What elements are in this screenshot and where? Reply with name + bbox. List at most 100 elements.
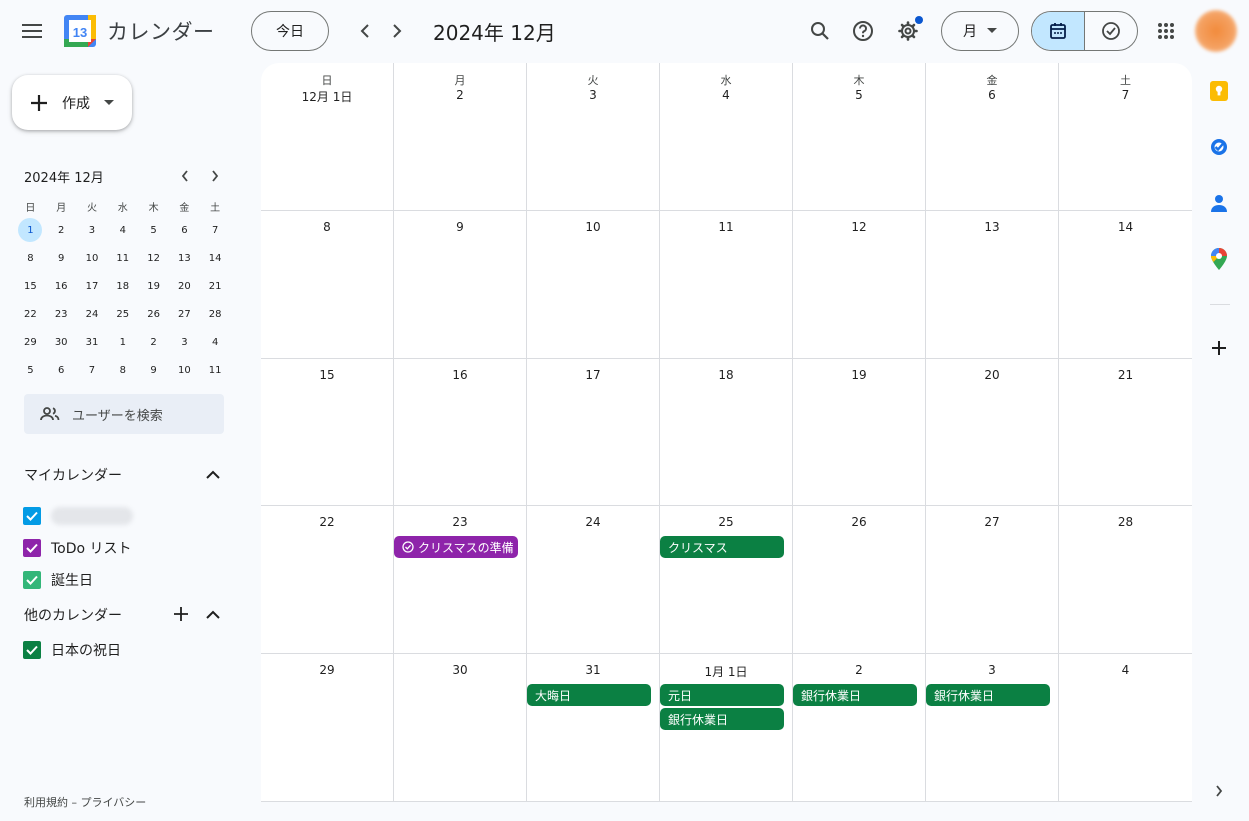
day-number[interactable]: 3 [926,663,1058,677]
day-number[interactable]: 28 [1059,515,1192,529]
day-number[interactable]: 25 [660,515,792,529]
event-chip[interactable]: 銀行休業日 [793,684,917,707]
mini-calendar-day[interactable]: 31 [77,328,108,356]
calendar-checkbox[interactable] [23,641,41,659]
day-cell[interactable]: 水4 [660,63,793,211]
terms-privacy-link[interactable]: 利用規約 – プライバシー [24,794,146,810]
mini-calendar-day[interactable]: 7 [77,356,108,384]
mini-calendar-day[interactable]: 9 [138,356,169,384]
day-cell[interactable]: 3 銀行休業日 [926,654,1059,802]
mini-calendar-day[interactable]: 9 [46,244,77,272]
user-search-field[interactable]: ユーザーを検索 [24,394,224,434]
mini-calendar-day[interactable]: 1 [15,216,46,244]
mini-calendar-day[interactable]: 14 [200,244,231,272]
previous-period-button[interactable] [349,15,381,47]
day-cell[interactable]: 15 [261,358,394,507]
day-number[interactable]: 26 [793,515,925,529]
day-cell[interactable]: 4 [1059,654,1192,802]
tasks-view-toggle[interactable] [1085,12,1137,50]
day-number[interactable]: 23 [394,515,526,529]
day-cell[interactable]: 10 [527,210,660,359]
mini-calendar-day[interactable]: 11 [200,356,231,384]
event-chip[interactable]: 大晦日 [527,684,651,707]
day-number[interactable]: 12 [793,220,925,234]
day-number[interactable]: 4 [1059,663,1192,677]
mini-calendar-day[interactable]: 3 [77,216,108,244]
mini-calendar-prev-button[interactable] [174,165,196,187]
day-cell[interactable]: 23 クリスマスの準備 [394,506,527,655]
day-cell[interactable]: 木5 [793,63,926,211]
mini-calendar-day[interactable]: 8 [107,356,138,384]
mini-calendar-day[interactable]: 27 [169,300,200,328]
other-calendars-collapse-button[interactable] [203,604,223,624]
day-cell[interactable]: 22 [261,506,394,655]
day-cell[interactable]: 26 [793,506,926,655]
mini-calendar-day[interactable]: 22 [15,300,46,328]
day-cell[interactable]: 11 [660,210,793,359]
mini-calendar-day[interactable]: 4 [107,216,138,244]
next-period-button[interactable] [381,15,413,47]
event-chip[interactable]: 元日 [660,684,784,707]
day-number[interactable]: 8 [261,220,393,234]
day-number[interactable]: 18 [660,368,792,382]
day-cell[interactable]: 12 [793,210,926,359]
day-cell[interactable]: 29 [261,654,394,802]
mini-calendar-day[interactable]: 12 [138,244,169,272]
day-number[interactable]: 16 [394,368,526,382]
mini-calendar-day[interactable]: 17 [77,272,108,300]
mini-calendar-day[interactable]: 21 [200,272,231,300]
mini-calendar-day[interactable]: 24 [77,300,108,328]
mini-calendar-day[interactable]: 10 [169,356,200,384]
day-cell[interactable]: 火3 [527,63,660,211]
calendar-list-item[interactable]: ToDo リスト [23,532,223,564]
mini-calendar-day[interactable]: 5 [138,216,169,244]
day-number[interactable]: 21 [1059,368,1192,382]
mini-calendar-day[interactable]: 23 [46,300,77,328]
my-calendars-title[interactable]: マイカレンダー [24,465,122,485]
day-cell[interactable]: 16 [394,358,527,507]
day-cell[interactable]: 19 [793,358,926,507]
day-cell[interactable]: 24 [527,506,660,655]
event-chip[interactable]: 銀行休業日 [660,708,784,731]
day-number[interactable]: 20 [926,368,1058,382]
day-cell[interactable]: 18 [660,358,793,507]
event-chip[interactable]: クリスマス [660,536,784,559]
day-number[interactable]: 27 [926,515,1058,529]
mini-calendar-day[interactable]: 29 [15,328,46,356]
mini-calendar-day[interactable]: 5 [15,356,46,384]
day-number[interactable]: 11 [660,220,792,234]
mini-calendar-day[interactable]: 4 [200,328,231,356]
create-button[interactable]: 作成 [12,75,132,130]
mini-calendar-day[interactable]: 6 [169,216,200,244]
calendar-logo-icon[interactable]: 13 [64,15,96,47]
keep-icon[interactable] [1206,78,1232,104]
task-chip[interactable]: クリスマスの準備 [394,536,518,559]
day-number[interactable]: 12月 1日 [261,88,393,105]
mini-calendar-day[interactable]: 13 [169,244,200,272]
mini-calendar-day[interactable]: 6 [46,356,77,384]
day-number[interactable]: 6 [926,88,1058,102]
mini-calendar-day[interactable]: 1 [107,328,138,356]
day-cell[interactable]: 27 [926,506,1059,655]
mini-calendar-day[interactable]: 20 [169,272,200,300]
view-selector[interactable]: 月 [941,11,1019,51]
tasks-icon[interactable] [1206,134,1232,160]
day-cell[interactable]: 14 [1059,211,1192,359]
day-cell[interactable]: 25 クリスマス [660,506,793,655]
mini-calendar-day[interactable]: 30 [46,328,77,356]
show-side-panel-button[interactable] [1206,778,1232,804]
day-cell[interactable]: 1月 1日元日 銀行休業日 [660,654,793,802]
day-cell[interactable]: 30 [394,654,527,802]
calendar-checkbox[interactable] [23,539,41,557]
day-number[interactable]: 31 [527,663,659,677]
day-number[interactable]: 13 [926,220,1058,234]
day-cell[interactable]: 土7 [1059,63,1192,211]
add-other-calendar-button[interactable] [171,604,191,624]
day-cell[interactable]: 20 [926,358,1059,507]
day-number[interactable]: 1月 1日 [660,663,792,680]
day-number[interactable]: 19 [793,368,925,382]
day-number[interactable]: 9 [394,220,526,234]
mini-calendar-day[interactable]: 19 [138,272,169,300]
day-number[interactable]: 7 [1059,88,1192,102]
day-cell[interactable]: 9 [394,210,527,359]
